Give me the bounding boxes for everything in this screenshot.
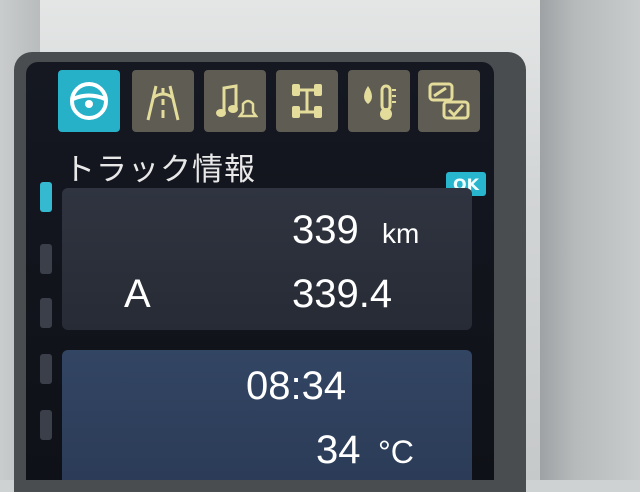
- odometer-unit: km: [382, 218, 420, 249]
- page-title: トラック情報: [64, 152, 256, 188]
- settings-toggle-icon: [428, 82, 470, 120]
- scroll-segment-active: [40, 182, 52, 212]
- fluid-temperature-icon: [364, 84, 396, 120]
- scroll-segment: [40, 244, 52, 274]
- trip-panel: 339 km A 339.4: [62, 188, 472, 330]
- tab-fluids[interactable]: [348, 70, 410, 132]
- clock-temperature-panel: 08:34 34 °C: [62, 350, 472, 480]
- tab-audio-alerts[interactable]: [204, 70, 266, 132]
- page-scroll-indicator: [40, 182, 54, 480]
- steering-wheel-icon: [70, 82, 108, 120]
- clock-time: 08:34: [246, 364, 347, 408]
- display-screen: トラック情報 OK 339 km A 339.4 08:34 34 °C: [26, 62, 494, 480]
- scroll-segment: [40, 298, 52, 328]
- temperature-unit: °C: [378, 434, 414, 470]
- scroll-segment: [40, 410, 52, 440]
- lane-road-icon: [146, 85, 180, 121]
- tab-driving-assist[interactable]: [132, 70, 194, 132]
- tire-pressure-icon: [292, 84, 322, 118]
- bezel-right: [540, 0, 640, 480]
- tab-tires[interactable]: [276, 70, 338, 132]
- tab-settings[interactable]: [418, 70, 480, 132]
- trip-meter-value: 339.4: [292, 272, 393, 316]
- outside-temperature: 34: [316, 428, 361, 472]
- scroll-segment: [40, 354, 52, 384]
- tab-steering[interactable]: [58, 70, 120, 132]
- trip-meter-label: A: [124, 272, 151, 316]
- music-bell-icon: [216, 84, 258, 118]
- odometer-value: 339: [292, 208, 359, 252]
